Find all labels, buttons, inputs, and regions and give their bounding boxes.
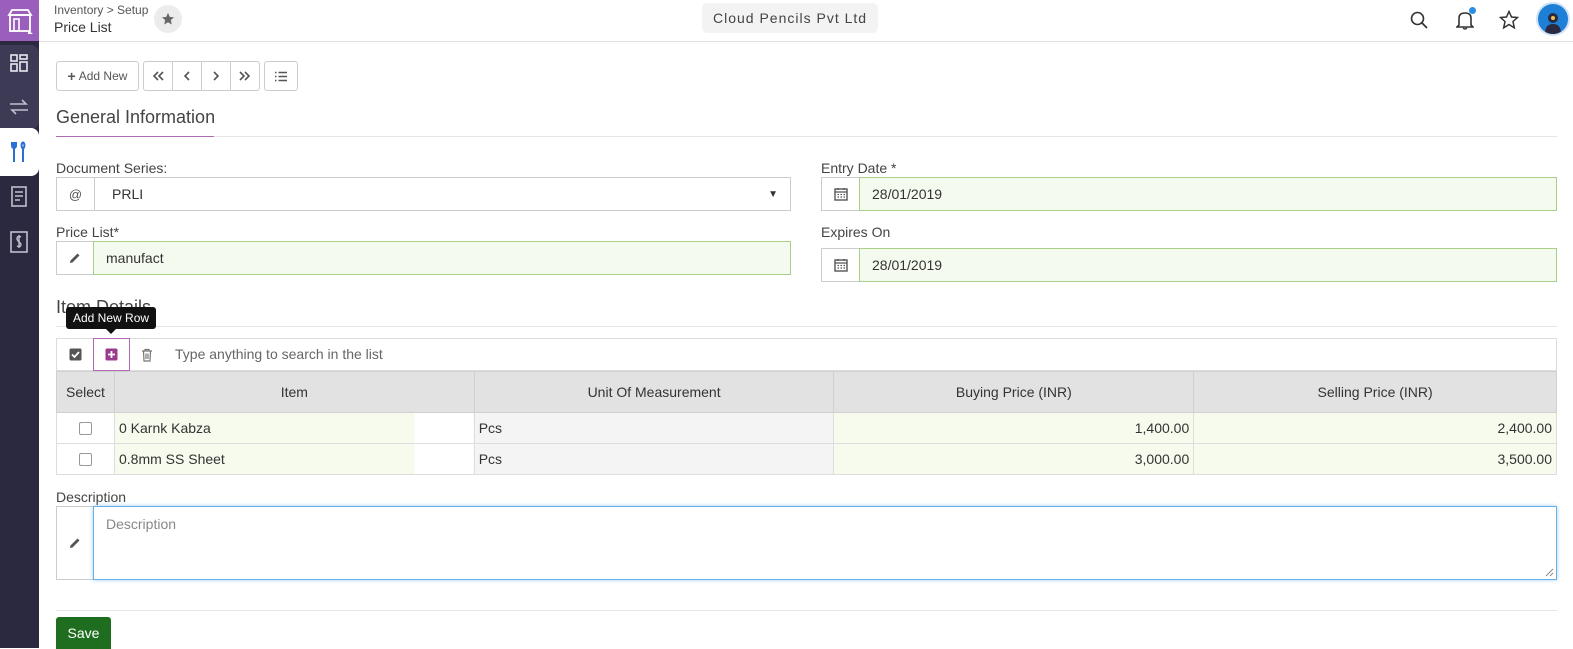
table-row: 0.8mm SS Sheet Pcs 3,000.00 3,500.00 — [56, 443, 1557, 475]
section-divider — [56, 136, 1557, 137]
price-list-field[interactable]: manufact — [56, 241, 791, 275]
page-title: Price List — [54, 19, 112, 35]
bell-icon[interactable] — [1452, 7, 1478, 33]
description-label: Description — [56, 489, 127, 505]
add-new-button[interactable]: + Add New — [56, 61, 139, 91]
first-record-button[interactable] — [143, 61, 173, 91]
column-header-buying-price[interactable]: Buying Price (INR) — [833, 371, 1195, 413]
search-icon[interactable] — [1406, 7, 1432, 33]
expires-on-label: Expires On — [821, 224, 891, 240]
document-series-value: PRLI — [112, 186, 144, 202]
row-select-cell — [56, 443, 115, 475]
caret-down-icon: ▼ — [768, 188, 778, 200]
list-icon — [275, 71, 287, 81]
add-new-row-button[interactable] — [93, 338, 130, 371]
description-placeholder: Description — [106, 516, 177, 532]
buying-price-cell[interactable]: 1,400.00 — [833, 412, 1195, 444]
record-toolbar: + Add New — [56, 61, 298, 91]
price-tag-icon[interactable] — [6, 229, 32, 255]
items-table: Select Item Unit Of Measurement Buying P… — [56, 371, 1557, 475]
table-row: 0 Karnk Kabza Pcs 1,400.00 2,400.00 — [56, 412, 1557, 444]
last-record-button[interactable] — [230, 61, 260, 91]
check-square-icon — [69, 348, 81, 361]
price-list-label: Price List* — [56, 224, 120, 240]
column-header-select[interactable]: Select — [56, 371, 115, 413]
form-footer-divider — [56, 610, 1557, 611]
add-new-row-tooltip: Add New Row — [66, 307, 157, 329]
previous-record-button[interactable] — [172, 61, 202, 91]
calendar-icon[interactable] — [821, 248, 859, 282]
list-view-button[interactable] — [264, 61, 298, 91]
entry-date-label: Entry Date * — [821, 160, 897, 176]
double-chevron-right-icon — [239, 71, 251, 81]
sidebar — [0, 0, 39, 648]
double-chevron-left-icon — [152, 71, 164, 81]
resize-handle-icon[interactable] — [1545, 568, 1554, 577]
entry-date-field[interactable]: 28/01/2019 — [821, 177, 1557, 211]
user-avatar-icon[interactable] — [1536, 2, 1570, 36]
column-header-selling-price[interactable]: Selling Price (INR) — [1193, 371, 1557, 413]
company-name: Cloud Pencils Pvt Ltd — [702, 3, 879, 33]
grid-search-input[interactable]: Type anything to search in the list — [175, 339, 383, 370]
row-checkbox[interactable] — [78, 421, 92, 435]
entry-date-input[interactable]: 28/01/2019 — [859, 177, 1557, 211]
description-field: Description — [56, 506, 1557, 580]
buying-price-cell[interactable]: 3,000.00 — [833, 443, 1195, 475]
column-header-item[interactable]: Item — [113, 371, 475, 413]
expires-on-input[interactable]: 28/01/2019 — [859, 248, 1557, 282]
delete-row-button[interactable] — [135, 339, 159, 370]
tools-icon[interactable] — [6, 139, 32, 165]
table-header-row: Select Item Unit Of Measurement Buying P… — [56, 371, 1557, 413]
trash-icon — [142, 348, 152, 362]
breadcrumb[interactable]: Inventory > Setup — [54, 3, 148, 17]
tooltip-arrow — [106, 329, 116, 334]
pencil-icon — [56, 506, 93, 580]
document-series-label: Document Series: — [56, 160, 168, 176]
column-header-uom[interactable]: Unit Of Measurement — [473, 371, 835, 413]
selling-price-cell[interactable]: 2,400.00 — [1193, 412, 1557, 444]
plus-icon: + — [67, 68, 76, 84]
section-accent-line — [56, 136, 214, 137]
price-list-input[interactable]: manufact — [93, 241, 791, 275]
document-icon[interactable] — [6, 184, 32, 210]
save-button[interactable]: Save — [56, 617, 111, 649]
document-series-select[interactable]: @ PRLI ▼ — [56, 177, 791, 211]
selling-price-cell[interactable]: 3,500.00 — [1193, 443, 1557, 475]
notification-dot — [1469, 7, 1476, 14]
grid-toolbar: Type anything to search in the list — [56, 338, 1557, 371]
uom-cell[interactable]: Pcs — [473, 412, 835, 444]
add-new-label: Add New — [78, 69, 128, 83]
select-all-button[interactable] — [57, 339, 93, 370]
section-divider — [56, 326, 1557, 327]
item-cell[interactable]: 0.8mm SS Sheet — [113, 443, 475, 475]
pencil-icon — [56, 241, 93, 275]
calendar-icon[interactable] — [821, 177, 859, 211]
top-bar: Inventory > Setup Price List Cloud Penci… — [39, 0, 1573, 42]
next-record-button[interactable] — [201, 61, 231, 91]
at-sign-icon: @ — [56, 177, 94, 211]
plus-square-icon — [105, 348, 118, 361]
favorites-star-icon[interactable] — [1496, 7, 1522, 33]
expires-on-field[interactable]: 28/01/2019 — [821, 248, 1557, 282]
general-information-heading: General Information — [56, 107, 216, 127]
chevron-right-icon — [213, 71, 220, 81]
row-checkbox[interactable] — [78, 452, 92, 466]
item-cell[interactable]: 0 Karnk Kabza — [113, 412, 475, 444]
chevron-left-icon — [183, 71, 190, 81]
row-select-cell — [56, 412, 115, 444]
transfer-icon[interactable] — [6, 94, 32, 120]
uom-cell[interactable]: Pcs — [473, 443, 835, 475]
description-textarea[interactable]: Description — [93, 506, 1557, 580]
store-logo-icon[interactable] — [0, 0, 39, 41]
dashboard-icon[interactable] — [6, 50, 32, 76]
star-icon[interactable] — [154, 5, 182, 33]
